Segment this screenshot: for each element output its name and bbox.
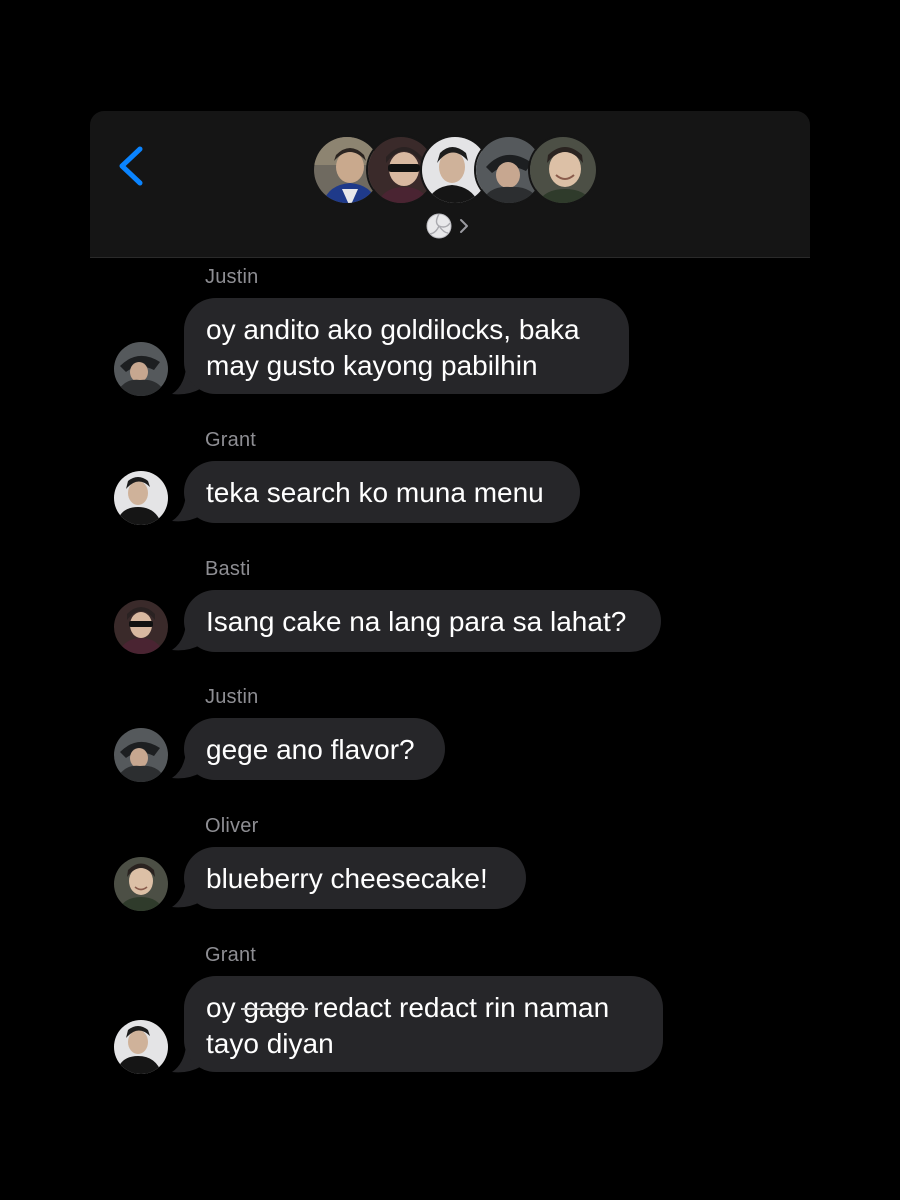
chevron-right-icon bbox=[460, 219, 468, 233]
avatar-grant[interactable] bbox=[114, 471, 168, 525]
conversation-header bbox=[90, 111, 810, 258]
group-details-link[interactable] bbox=[426, 213, 470, 239]
avatar-oliver[interactable] bbox=[114, 857, 168, 911]
member-avatar-oliver bbox=[528, 135, 598, 205]
volleyball-icon bbox=[426, 213, 452, 239]
message-bubble[interactable]: oy andito ako goldilocks, baka may gusto… bbox=[184, 298, 629, 394]
sender-name: Grant bbox=[205, 429, 257, 451]
chevron-left-icon bbox=[119, 146, 143, 186]
message-bubble[interactable]: teka search ko muna menu bbox=[184, 461, 580, 523]
group-avatar-stack[interactable] bbox=[312, 135, 598, 207]
avatar-justin[interactable] bbox=[114, 728, 168, 782]
message-bubble[interactable]: gege ano flavor? bbox=[184, 718, 445, 780]
avatar-basti[interactable] bbox=[114, 600, 168, 654]
message-bubble[interactable]: oy gago redact redact rin naman tayo diy… bbox=[184, 976, 663, 1072]
sender-name: Oliver bbox=[205, 815, 259, 837]
message-bubble[interactable]: Isang cake na lang para sa lahat? bbox=[184, 590, 661, 652]
redacted-word: gago bbox=[243, 992, 306, 1023]
back-button[interactable] bbox=[108, 141, 152, 191]
message-text-pre: oy bbox=[206, 992, 244, 1023]
sender-name: Grant bbox=[205, 944, 257, 966]
sender-name: Justin bbox=[205, 686, 259, 708]
message-bubble[interactable]: blueberry cheesecake! bbox=[184, 847, 526, 909]
avatar-justin[interactable] bbox=[114, 342, 168, 396]
sender-name: Basti bbox=[205, 558, 251, 580]
avatar-grant[interactable] bbox=[114, 1020, 168, 1074]
sender-name: Justin bbox=[205, 266, 259, 288]
